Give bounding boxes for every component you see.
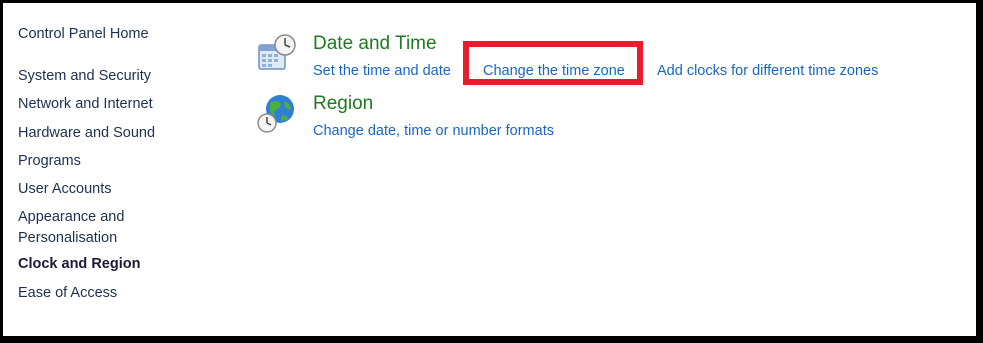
sidebar-item-hardware-and-sound[interactable]: Hardware and Sound: [18, 123, 155, 143]
calendar-clock-icon[interactable]: [256, 33, 298, 75]
link-add-clocks[interactable]: Add clocks for different time zones: [657, 63, 878, 79]
sidebar-item-network-and-internet[interactable]: Network and Internet: [18, 94, 153, 114]
sidebar-item-clock-and-region: Clock and Region: [18, 256, 141, 272]
highlight-box: [463, 41, 643, 85]
sidebar-item-appearance-and-personalisation[interactable]: Appearance and Personalisation: [18, 207, 168, 249]
link-set-time-and-date[interactable]: Set the time and date: [313, 63, 451, 79]
globe-clock-icon[interactable]: [256, 93, 298, 135]
sidebar-item-system-and-security[interactable]: System and Security: [18, 66, 151, 86]
link-change-formats[interactable]: Change date, time or number formats: [313, 123, 554, 139]
sidebar-item-ease-of-access[interactable]: Ease of Access: [18, 283, 117, 303]
sidebar-item-user-accounts[interactable]: User Accounts: [18, 179, 112, 199]
category-title-region[interactable]: Region: [313, 93, 373, 115]
sidebar-item-control-panel-home[interactable]: Control Panel Home: [18, 24, 149, 44]
sidebar-item-programs[interactable]: Programs: [18, 151, 81, 171]
control-panel-window: Control Panel Home System and Security N…: [3, 3, 976, 336]
category-title-date-and-time[interactable]: Date and Time: [313, 33, 437, 55]
